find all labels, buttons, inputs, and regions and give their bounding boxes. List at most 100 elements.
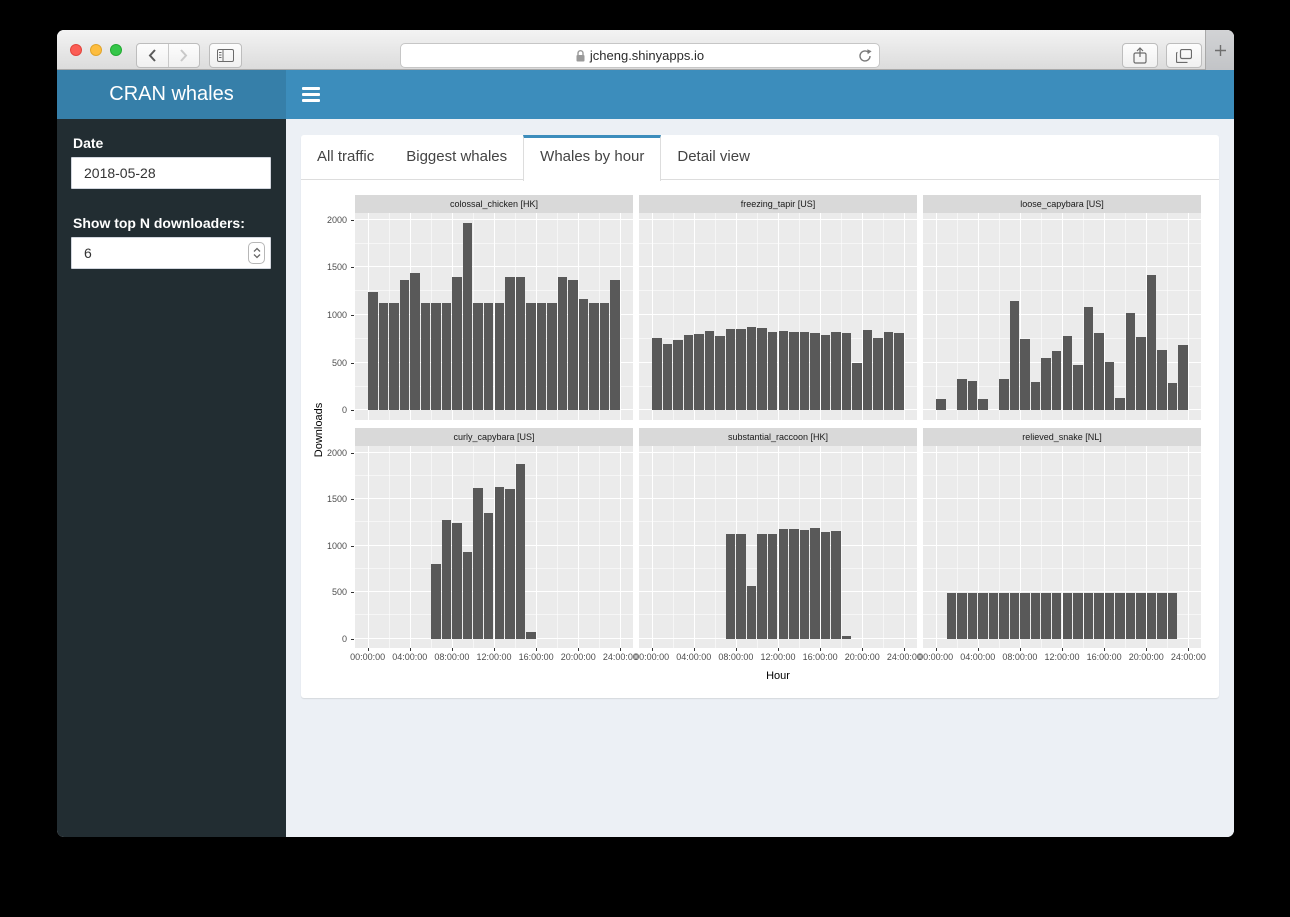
sidebar-panel-icon: [217, 49, 234, 62]
x-tick-label: 16:00:00: [1081, 652, 1127, 662]
tabs-overview-button[interactable]: [1166, 43, 1202, 68]
facet-panel: [639, 446, 917, 648]
minimize-window-button[interactable]: [90, 44, 102, 56]
new-tab-button[interactable]: [1205, 30, 1234, 70]
bar: [947, 593, 956, 639]
x-tick-mark: [1104, 648, 1105, 651]
tab-bar: All traffic Biggest whales Whales by hou…: [301, 135, 1219, 180]
bar: [452, 277, 461, 411]
share-button[interactable]: [1122, 43, 1158, 68]
bar: [768, 534, 777, 639]
bar: [421, 303, 430, 411]
x-tick-label: 20:00:00: [839, 652, 885, 662]
reload-button[interactable]: [858, 48, 872, 69]
bar: [810, 528, 819, 639]
bar: [1115, 398, 1124, 411]
sidebar-toggle-button[interactable]: [209, 43, 242, 68]
gridline-x-major: [620, 213, 621, 420]
tab-whales-by-hour[interactable]: Whales by hour: [523, 135, 661, 181]
browser-toolbar: jcheng.shinyapps.io: [57, 30, 1234, 70]
back-button[interactable]: [137, 44, 169, 67]
chevron-right-icon: [179, 49, 188, 62]
history-nav-group: [136, 43, 200, 68]
bar: [1105, 593, 1114, 639]
bar: [715, 336, 724, 410]
bar: [589, 303, 598, 411]
bar: [1126, 593, 1135, 639]
y-tick-label: 500: [315, 358, 347, 368]
bar: [863, 330, 872, 410]
bar: [516, 464, 525, 639]
bar: [831, 332, 840, 410]
facet-strip: substantial_raccoon [HK]: [639, 428, 917, 446]
gridline-x-major: [1188, 446, 1189, 648]
facet-strip: curly_capybara [US]: [355, 428, 633, 446]
date-input[interactable]: [71, 157, 271, 189]
bar: [1073, 593, 1082, 639]
y-tick-label: 0: [315, 634, 347, 644]
gridline-x-major: [652, 446, 653, 648]
gridline-x-minor: [841, 446, 842, 648]
x-tick-mark: [1146, 648, 1147, 651]
tab-detail-view[interactable]: Detail view: [661, 135, 766, 180]
gridline-x-major: [936, 213, 937, 420]
number-stepper[interactable]: [248, 242, 265, 264]
bar: [800, 530, 809, 639]
y-tick-mark: [351, 499, 354, 500]
tab-biggest-whales[interactable]: Biggest whales: [390, 135, 523, 180]
x-tick-mark: [1188, 648, 1189, 651]
x-tick-label: 00:00:00: [913, 652, 959, 662]
x-tick-mark: [578, 648, 579, 651]
x-tick-label: 04:00:00: [671, 652, 717, 662]
close-window-button[interactable]: [70, 44, 82, 56]
bar: [957, 379, 966, 410]
hamburger-menu-icon[interactable]: [302, 87, 320, 102]
bar: [1020, 593, 1029, 639]
bar: [526, 303, 535, 411]
address-bar[interactable]: jcheng.shinyapps.io: [400, 43, 880, 68]
bar: [800, 332, 809, 410]
y-tick-mark: [351, 453, 354, 454]
x-tick-mark: [778, 648, 779, 651]
bar: [1094, 593, 1103, 639]
x-tick-mark: [452, 648, 453, 651]
gridline-x-major: [368, 446, 369, 648]
zoom-window-button[interactable]: [110, 44, 122, 56]
bar: [368, 292, 377, 410]
plus-icon: [1215, 45, 1226, 56]
tabs-overview-icon: [1176, 49, 1192, 63]
bar: [463, 223, 472, 411]
lock-icon: [576, 50, 585, 62]
bar: [484, 303, 493, 411]
bar: [558, 277, 567, 411]
bar: [842, 636, 851, 639]
x-tick-mark: [652, 648, 653, 651]
top-n-input[interactable]: [71, 237, 271, 269]
x-tick-mark: [978, 648, 979, 651]
gridline-x-minor: [673, 446, 674, 648]
x-tick-mark: [1020, 648, 1021, 651]
bar: [505, 277, 514, 411]
forward-button[interactable]: [169, 44, 200, 67]
facet-label: loose_capybara [US]: [1020, 199, 1104, 209]
bar: [505, 489, 514, 639]
y-tick-label: 1000: [315, 310, 347, 320]
bar: [1073, 365, 1082, 410]
bar: [968, 593, 977, 639]
gridline-x-major: [978, 213, 979, 420]
bar: [431, 564, 440, 638]
bar: [989, 593, 998, 639]
y-tick-mark: [351, 315, 354, 316]
y-tick-label: 1000: [315, 541, 347, 551]
bar: [1094, 333, 1103, 411]
top-n-label: Show top N downloaders:: [73, 215, 270, 231]
gridline-x-major: [936, 446, 937, 648]
bar: [652, 338, 661, 410]
gridline-x-major: [904, 213, 905, 420]
gridline-x-major: [410, 446, 411, 648]
tab-all-traffic[interactable]: All traffic: [301, 135, 390, 180]
bar: [747, 327, 756, 410]
bar: [842, 333, 851, 410]
x-tick-label: 16:00:00: [513, 652, 559, 662]
bar: [431, 303, 440, 411]
